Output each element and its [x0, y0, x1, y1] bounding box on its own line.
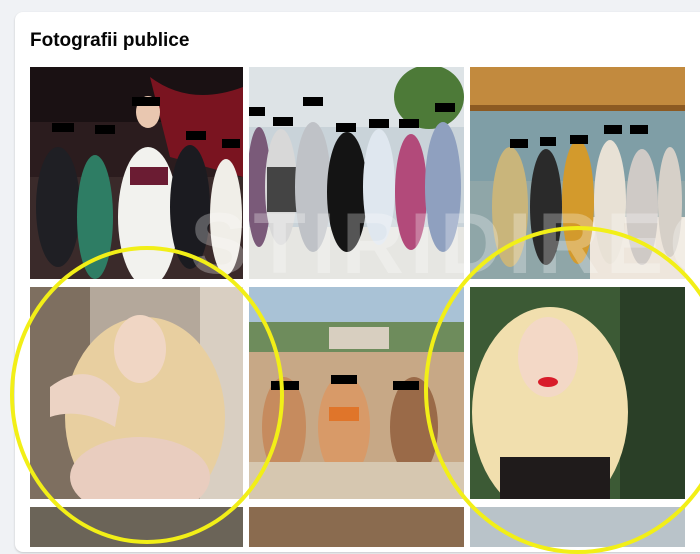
section-title: Fotografii publice	[30, 30, 190, 51]
censor-bar	[540, 137, 556, 146]
censor-bar	[510, 139, 528, 148]
censor-bar	[336, 123, 356, 132]
censor-bar	[399, 119, 419, 128]
photo-tile-row3-3[interactable]	[470, 507, 685, 547]
censor-bar	[570, 135, 588, 144]
photo-tile-group-outdoor[interactable]	[249, 67, 464, 279]
public-photos-card: Fotografii publice	[15, 12, 700, 552]
photo-tile-beach-group[interactable]	[249, 287, 464, 499]
censor-bar	[222, 139, 240, 148]
censor-bar	[604, 125, 622, 134]
photo-tile-blonde-portrait-1[interactable]	[30, 287, 243, 499]
photo-tile-terrace-group[interactable]	[470, 67, 685, 279]
censor-bar	[132, 97, 160, 106]
photo-tile-stage-group[interactable]	[30, 67, 243, 279]
censor-bar	[369, 119, 389, 128]
photo-tile-row3-1[interactable]	[30, 507, 243, 547]
censor-bar	[52, 123, 74, 132]
censor-bar	[435, 103, 455, 112]
photo-tile-blonde-portrait-2[interactable]	[470, 287, 685, 499]
censor-bar	[249, 107, 265, 116]
censor-bar	[95, 125, 115, 134]
censor-bar	[393, 381, 419, 390]
photo-terrace-group-image	[470, 67, 685, 279]
censor-bar	[273, 117, 293, 126]
photo-blonde-portrait-1-image	[30, 287, 243, 499]
censor-bar	[630, 125, 648, 134]
censor-bar	[186, 131, 206, 140]
censor-bar	[331, 375, 357, 384]
photo-group-outdoor-image	[249, 67, 464, 279]
censor-bar	[303, 97, 323, 106]
photo-tile-row3-2[interactable]	[249, 507, 464, 547]
censor-bar	[271, 381, 299, 390]
photo-beach-group-image	[249, 287, 464, 499]
photo-blonde-portrait-2-image	[470, 287, 685, 499]
